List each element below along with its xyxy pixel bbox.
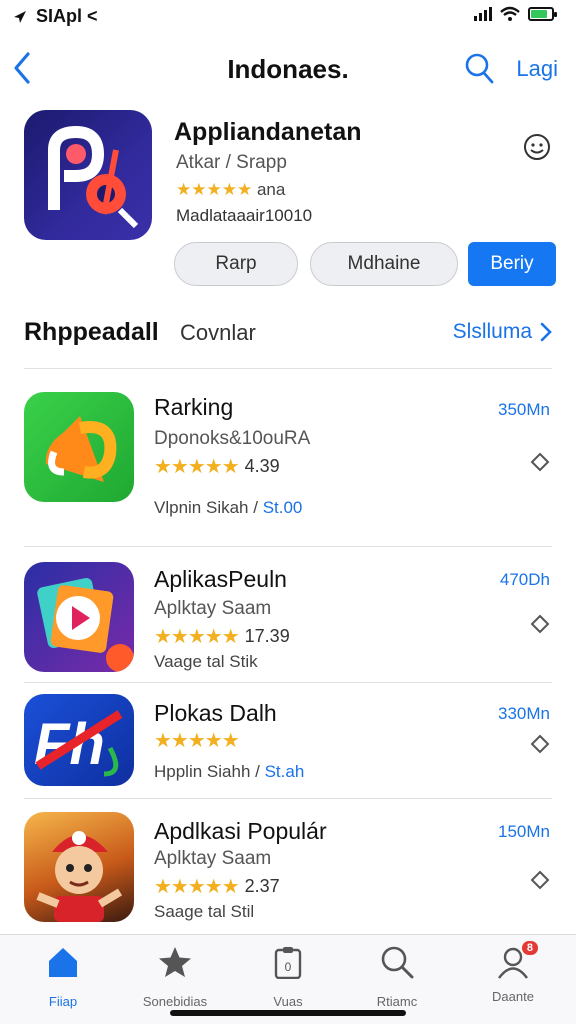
app-rating: ★★★★★ 17.39 bbox=[154, 624, 290, 649]
app-category: Dponoks&10ouRA bbox=[154, 428, 311, 449]
status-left: SIApl < bbox=[12, 6, 98, 27]
app-size: 350Mn bbox=[498, 400, 550, 419]
app-rating: ★★★★★ bbox=[154, 728, 240, 753]
featured-app-title: Appliandanetan bbox=[174, 118, 362, 146]
download-diamond-icon[interactable] bbox=[530, 734, 550, 754]
price-value: St.ah bbox=[264, 762, 305, 781]
app-name: AplikasPeuln bbox=[154, 566, 287, 592]
list-item[interactable]: AplikasPeuln Aplktay Saam ★★★★★ 17.39 Va… bbox=[0, 562, 576, 672]
featured-actions: Rarp Mdhaine Beriy bbox=[174, 242, 556, 286]
divider bbox=[24, 798, 552, 799]
app-rating: ★★★★★ 4.39 bbox=[154, 454, 280, 479]
app-size: 150Mn bbox=[498, 822, 550, 841]
app-icon[interactable] bbox=[24, 562, 134, 672]
featured-app-icon[interactable] bbox=[24, 110, 152, 240]
section-header: Rhppeadall Covnlar Slslluma bbox=[0, 316, 576, 352]
download-diamond-icon[interactable] bbox=[530, 870, 550, 890]
section-subtitle: Covnlar bbox=[180, 320, 256, 345]
rating-value: 2.37 bbox=[244, 876, 280, 896]
star-icon bbox=[159, 947, 191, 977]
svg-text:0: 0 bbox=[285, 960, 292, 974]
wifi-icon bbox=[500, 6, 520, 21]
tab-label: Sonebidias bbox=[142, 994, 208, 1009]
status-bar: SIApl < bbox=[0, 0, 576, 36]
battery-icon bbox=[528, 7, 557, 21]
search-icon bbox=[381, 946, 414, 979]
list-item[interactable]: Apdlkasi Populár Aplktay Saam ★★★★★ 2.37… bbox=[0, 810, 576, 926]
list-item[interactable]: Fh Plokas Dalh ★★★★★ Hpplin Siahh / St.a… bbox=[0, 692, 576, 792]
app-icon[interactable]: Fh bbox=[24, 694, 134, 786]
download-diamond-icon[interactable] bbox=[530, 614, 550, 634]
price-label: Vlpnin Sikah / bbox=[154, 498, 258, 517]
app-rating: ★★★★★ 2.37 bbox=[154, 874, 280, 899]
app-category: Aplktay Saam bbox=[154, 598, 272, 619]
app-icon[interactable] bbox=[24, 812, 134, 922]
smiley-icon[interactable] bbox=[522, 132, 552, 162]
rating-text: ana bbox=[256, 180, 286, 199]
app-size: 330Mn bbox=[498, 704, 550, 723]
divider bbox=[24, 368, 552, 369]
rating-stars: ★★★★★ bbox=[154, 626, 240, 648]
featured-app-subtitle: Atkar / Srapp bbox=[176, 152, 287, 173]
chevron-right-icon bbox=[540, 322, 552, 342]
see-all-link[interactable]: Slslluma bbox=[453, 320, 552, 344]
tab-updates[interactable]: 0 Vuas bbox=[243, 945, 333, 1009]
search-icon[interactable] bbox=[464, 52, 494, 84]
app-category: Aplktay Saam bbox=[154, 848, 272, 869]
featured-app[interactable]: Appliandanetan Atkar / Srapp ★★★★★ ana M… bbox=[0, 110, 576, 290]
app-price: Vaage tal Stik bbox=[154, 652, 258, 672]
rating-stars: ★★★★★ bbox=[176, 180, 253, 199]
price-label: Vaage tal Stik bbox=[154, 652, 258, 671]
download-diamond-icon[interactable] bbox=[530, 452, 550, 472]
price-label: Hpplin Siahh / bbox=[154, 762, 260, 781]
notification-badge: 8 bbox=[521, 941, 538, 955]
price-value: St.00 bbox=[262, 498, 303, 517]
tab-label: Daante bbox=[492, 989, 534, 1004]
price-label: Saage tal Stil bbox=[154, 902, 255, 921]
tab-featured[interactable]: Sonebidias bbox=[130, 945, 220, 1009]
tab-label: Rtiamc bbox=[376, 994, 418, 1009]
tab-search[interactable]: Rtiamc bbox=[352, 945, 442, 1009]
rating-stars: ★★★★★ bbox=[154, 456, 240, 478]
status-right bbox=[474, 6, 557, 22]
home-icon bbox=[49, 948, 77, 977]
see-all-label: Slslluma bbox=[452, 320, 532, 343]
app-price: Saage tal Stil bbox=[154, 902, 254, 922]
app-name: Rarking bbox=[154, 394, 234, 420]
app-name: Apdlkasi Populár bbox=[154, 818, 327, 844]
tab-home[interactable]: Fiiap bbox=[18, 945, 108, 1009]
location-arrow-icon bbox=[14, 10, 26, 23]
tab-label: Fiiap bbox=[48, 994, 78, 1009]
divider bbox=[24, 682, 552, 683]
rating-value: 17.39 bbox=[244, 626, 290, 646]
carrier-label: SIApl < bbox=[36, 6, 98, 26]
clipboard-icon: 0 bbox=[274, 947, 302, 980]
app-icon[interactable] bbox=[24, 392, 134, 502]
rating-value: 4.39 bbox=[244, 456, 280, 476]
account-icon-wrap: 8 bbox=[496, 941, 538, 979]
get-button[interactable]: Beriy bbox=[468, 242, 556, 286]
more-button[interactable]: Lagi bbox=[516, 56, 558, 82]
home-indicator[interactable] bbox=[170, 1010, 406, 1016]
featured-app-downloads: Madlataaair10010 bbox=[176, 206, 313, 225]
featured-app-rating: ★★★★★ ana bbox=[176, 180, 285, 200]
app-price: Hpplin Siahh / St.ah bbox=[154, 762, 304, 782]
signal-bars bbox=[474, 7, 492, 21]
nav-header: Indonaes. Lagi bbox=[0, 44, 576, 96]
rating-stars: ★★★★★ bbox=[154, 730, 240, 752]
divider bbox=[24, 546, 552, 547]
app-size: 470Dh bbox=[499, 570, 550, 589]
section-title: Rhppeadall bbox=[24, 318, 159, 346]
action-button-1[interactable]: Rarp bbox=[174, 242, 298, 286]
list-item[interactable]: Rarking Dponoks&10ouRA ★★★★★ 4.39 Vlpnin… bbox=[0, 390, 576, 530]
app-price: Vlpnin Sikah / St.00 bbox=[154, 498, 302, 518]
tab-label: Vuas bbox=[273, 994, 303, 1009]
tab-account[interactable]: 8 Daante bbox=[468, 941, 558, 1005]
rating-stars: ★★★★★ bbox=[154, 876, 240, 898]
action-button-2[interactable]: Mdhaine bbox=[310, 242, 458, 286]
app-name: Plokas Dalh bbox=[154, 700, 277, 726]
